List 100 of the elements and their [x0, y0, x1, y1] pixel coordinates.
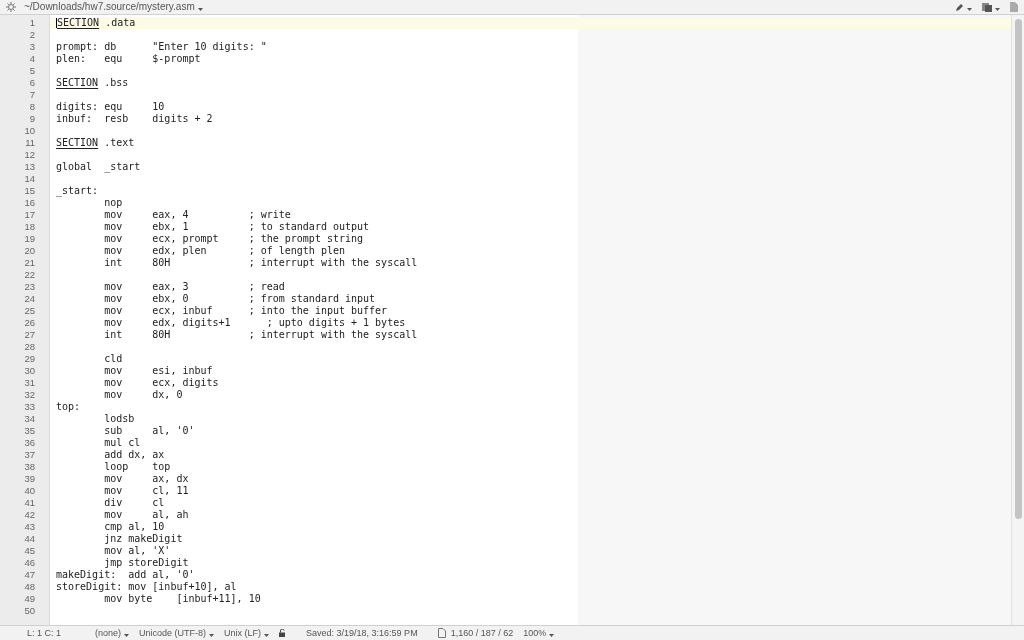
caret-icon	[995, 7, 1000, 11]
code-line: add dx, ax	[103, 449, 165, 461]
document-icon[interactable]	[1010, 2, 1018, 12]
code-line: mov edx, digits+1 ; upto digits + 1 bytes	[103, 317, 406, 329]
line-number: 1	[29, 17, 35, 29]
line-number: 31	[24, 377, 35, 389]
line-number: 41	[24, 497, 35, 509]
line-number: 29	[24, 353, 35, 365]
line-number: 17	[24, 209, 35, 221]
line-number: 6	[29, 77, 35, 89]
code-line: mov ecx, inbuf ; into the input buffer	[103, 305, 388, 317]
line-number: 30	[24, 365, 35, 377]
language-menu[interactable]: (none)	[95, 628, 129, 638]
line-number: 44	[24, 533, 35, 545]
line-number: 25	[24, 305, 35, 317]
code-line: top:	[56, 401, 81, 413]
line-number: 7	[29, 89, 35, 101]
scrollbar[interactable]	[1011, 15, 1024, 625]
line-number: 33	[24, 401, 35, 413]
line-number: 48	[24, 581, 35, 593]
line-number: 32	[24, 389, 35, 401]
line-number: 23	[24, 281, 35, 293]
code-line: mov cl, 11	[103, 485, 189, 497]
line-number: 38	[24, 461, 35, 473]
caret-icon	[264, 633, 270, 637]
code-line: lodsb	[103, 413, 135, 425]
code-line: mov eax, 3 ; read	[103, 281, 285, 293]
pen-menu-button[interactable]	[955, 2, 972, 12]
code-line: nop	[103, 197, 123, 209]
code-line: int 80H ; interrupt with the syscall	[103, 329, 418, 341]
line-number: 37	[24, 449, 35, 461]
caret-icon	[549, 633, 555, 637]
code-line: makeDigit: add al, '0'	[56, 569, 195, 581]
code-line: mul cl	[103, 437, 141, 449]
code-line: mov esi, inbuf	[103, 365, 213, 377]
code-line: mov ax, dx	[103, 473, 189, 485]
line-number: 36	[24, 437, 35, 449]
code-line: loop top	[103, 461, 171, 473]
code-line: digits: equ 10	[56, 101, 165, 113]
documents-menu-button[interactable]	[982, 2, 1000, 12]
line-number: 9	[29, 113, 35, 125]
code-line: prompt: db "Enter 10 digits: "	[56, 41, 267, 53]
line-number: 3	[29, 41, 35, 53]
encoding-menu[interactable]: Unicode (UTF-8)	[139, 628, 215, 638]
line-number: 26	[24, 317, 35, 329]
code-line: mov dx, 0	[103, 389, 183, 401]
code-line: mov al, ah	[103, 509, 189, 521]
line-number: 20	[24, 245, 35, 257]
code-line: mov ebx, 1 ; to standard output	[103, 221, 370, 233]
code-line: storeDigit: mov [inbuf+10], al	[56, 581, 237, 593]
code-line: div cl	[103, 497, 165, 509]
line-endings-menu[interactable]: Unix (LF)	[224, 628, 270, 638]
line-number: 27	[24, 329, 35, 341]
line-number: 39	[24, 473, 35, 485]
cursor-position: L: 1 C: 1	[27, 628, 63, 638]
caret-icon	[967, 7, 972, 11]
code-line: jnz makeDigit	[103, 533, 183, 545]
line-number: 18	[24, 221, 35, 233]
code-line: sub al, '0'	[103, 425, 195, 437]
code-line: jmp storeDigit	[103, 557, 189, 569]
zoom-menu[interactable]: 100%	[523, 628, 555, 638]
line-number: 43	[24, 521, 35, 533]
code-line: global _start	[56, 161, 141, 173]
code-line: mov ecx, digits	[103, 377, 219, 389]
line-number: 46	[24, 557, 35, 569]
code-line: int 80H ; interrupt with the syscall	[103, 257, 418, 269]
line-number: 13	[24, 161, 35, 173]
line-number: 40	[24, 485, 35, 497]
unlocked-padlock-icon[interactable]	[279, 629, 287, 637]
line-number: 47	[24, 569, 35, 581]
file-path-menu[interactable]: ~/Downloads/hw7.source/mystery.asm	[24, 2, 203, 12]
code-line: _start:	[56, 185, 99, 197]
caret-icon	[209, 633, 215, 637]
pen-icon	[955, 2, 964, 12]
line-number: 2	[29, 29, 35, 41]
line-number: 49	[24, 593, 35, 605]
code-line: cld	[103, 353, 123, 365]
line-number: 8	[29, 101, 35, 113]
line-number: 28	[24, 341, 35, 353]
caret-icon	[197, 7, 203, 11]
code-line: SECTION .bss	[56, 77, 129, 89]
code-line: inbuf: resb digits + 2	[56, 113, 213, 125]
code-line: mov byte [inbuf+11], 10	[103, 593, 261, 605]
line-number: 15	[24, 185, 35, 197]
code-line: SECTION .text	[56, 137, 135, 149]
line-number: 22	[24, 269, 35, 281]
document-icon	[437, 628, 446, 638]
line-number: 11	[25, 137, 35, 149]
line-number: 16	[24, 197, 35, 209]
document-counts: 1,160 / 187 / 62	[450, 628, 514, 638]
code-line: mov ebx, 0 ; from standard input	[103, 293, 376, 305]
code-line: mov al, 'X'	[103, 545, 171, 557]
code-line: cmp al, 10	[103, 521, 165, 533]
saved-timestamp: Saved: 3/19/18, 3:16:59 PM	[306, 628, 418, 638]
scrollbar-thumb[interactable]	[1014, 19, 1022, 519]
line-number: 10	[24, 125, 35, 137]
line-number: 34	[24, 413, 35, 425]
settings-icon[interactable]	[6, 2, 16, 12]
text-cursor	[56, 18, 57, 28]
caret-icon	[124, 633, 129, 637]
